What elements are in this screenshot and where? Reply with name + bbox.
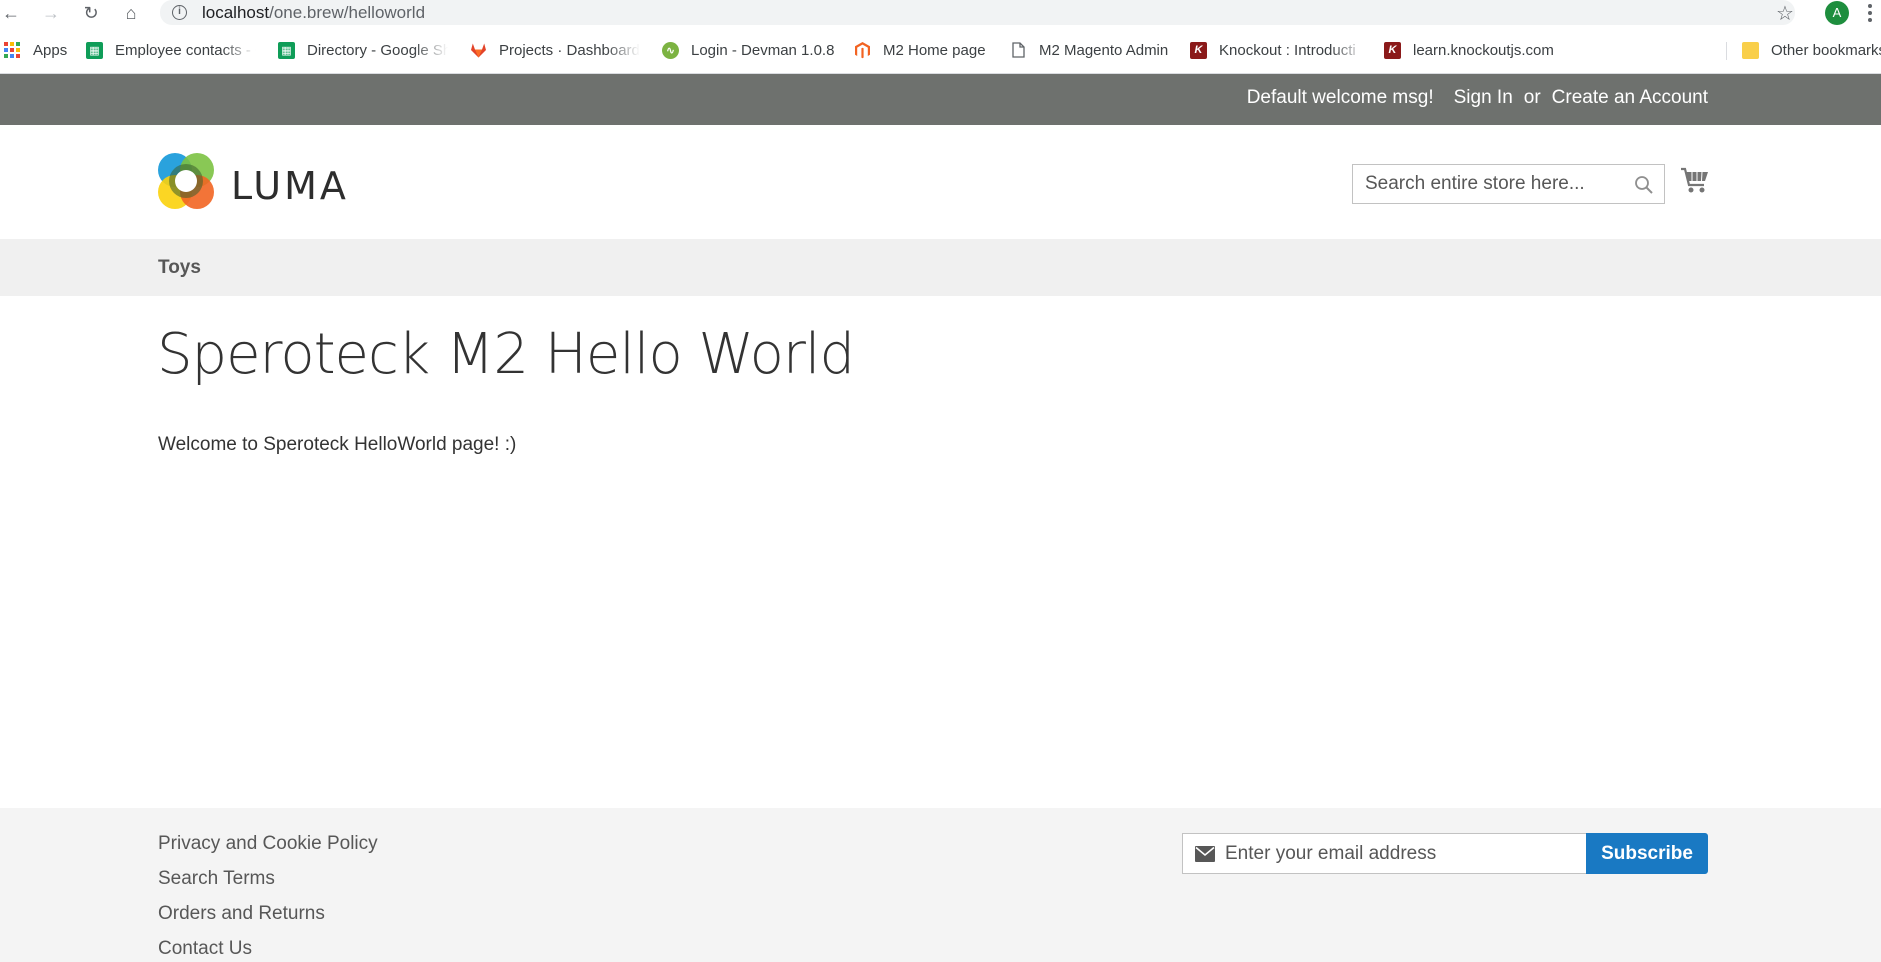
knockout-icon: K [1384, 41, 1401, 59]
knockout-icon: K [1190, 41, 1207, 59]
bookmark-directory[interactable]: ▦ Directory - Google Sh [278, 40, 448, 60]
newsletter-email-input[interactable] [1225, 834, 1580, 873]
magento-icon [854, 41, 871, 59]
page-body-text: Welcome to Speroteck HelloWorld page! :) [158, 434, 517, 455]
store-logo[interactable]: LUMA [158, 152, 346, 212]
welcome-message: Default welcome msg! [1246, 87, 1434, 108]
footer-link-privacy[interactable]: Privacy and Cookie Policy [158, 833, 378, 868]
bookmark-label: M2 Magento Admin [1039, 41, 1169, 59]
address-bar[interactable]: i localhost/one.brew/helloworld [160, 0, 1795, 25]
header-panel: Default welcome msg! Sign In or Create a… [0, 74, 1881, 125]
site-info-icon[interactable]: i [172, 5, 187, 20]
footer-link-search-terms[interactable]: Search Terms [158, 868, 378, 903]
footer-links: Privacy and Cookie Policy Search Terms O… [158, 833, 378, 962]
browser-toolbar: ← → ↻ ⌂ i localhost/one.brew/helloworld … [0, 0, 1881, 26]
search-input[interactable] [1353, 165, 1623, 203]
header-links: Default welcome msg! Sign In or Create a… [1227, 87, 1708, 109]
google-sheets-icon: ▦ [86, 41, 103, 59]
bookmark-apps[interactable]: Apps [4, 40, 67, 60]
bookmark-label: Knockout : Introducti [1219, 41, 1356, 59]
footer-link-contact[interactable]: Contact Us [158, 938, 378, 962]
bookmark-label: Directory - Google Sh [307, 41, 448, 59]
bookmark-other[interactable]: Other bookmarks [1742, 40, 1881, 60]
bookmark-m2-home[interactable]: M2 Home page [854, 40, 986, 60]
bookmark-label: Employee contacts - G [115, 41, 256, 59]
bookmark-star-icon[interactable]: ☆ [1776, 1, 1794, 26]
bookmark-label: Other bookmarks [1771, 41, 1881, 59]
footer-link-orders-returns[interactable]: Orders and Returns [158, 903, 378, 938]
bookmarks-divider [1726, 42, 1727, 60]
bookmark-label: Projects · Dashboard [499, 41, 640, 59]
page-footer: Privacy and Cookie Policy Search Terms O… [0, 808, 1881, 962]
page-title: Speroteck M2 Hello World [157, 322, 855, 387]
gitlab-icon [470, 42, 487, 59]
logo-text: LUMA [231, 164, 349, 208]
nav-item-toys[interactable]: Toys [158, 257, 201, 279]
bookmark-employee-contacts[interactable]: ▦ Employee contacts - G [86, 40, 256, 60]
search-icon[interactable] [1634, 175, 1654, 195]
page-icon [1010, 42, 1027, 59]
main-navigation: Toys [0, 239, 1881, 296]
google-sheets-icon: ▦ [278, 41, 295, 59]
profile-avatar[interactable]: A [1825, 1, 1849, 25]
folder-icon [1742, 41, 1759, 59]
url-text: localhost/one.brew/helloworld [202, 3, 425, 23]
bookmarks-bar: Apps ▦ Employee contacts - G ▦ Directory… [0, 26, 1881, 74]
back-icon[interactable]: ← [0, 2, 22, 24]
reload-icon[interactable]: ↻ [80, 2, 102, 24]
luma-logo-icon [158, 153, 214, 209]
or-separator: or [1523, 87, 1541, 108]
bookmark-learn-knockout[interactable]: K learn.knockoutjs.com [1384, 40, 1554, 60]
newsletter-field [1182, 833, 1587, 874]
search-box [1352, 164, 1665, 204]
cart-icon[interactable] [1680, 166, 1710, 196]
url-host: localhost [202, 3, 270, 22]
create-account-link[interactable]: Create an Account [1552, 87, 1708, 108]
devman-icon: ∿ [662, 41, 679, 59]
sign-in-link[interactable]: Sign In [1454, 87, 1513, 108]
bookmark-label: learn.knockoutjs.com [1413, 41, 1554, 59]
subscribe-button[interactable]: Subscribe [1586, 833, 1708, 874]
bookmark-knockout-intro[interactable]: K Knockout : Introducti [1190, 40, 1366, 60]
bookmark-label: Login - Devman 1.0.8 [691, 41, 835, 59]
bookmark-label: Apps [33, 41, 68, 59]
bookmark-label: M2 Home page [883, 41, 986, 59]
bookmark-projects-dashboard[interactable]: Projects · Dashboard [470, 40, 640, 60]
forward-icon[interactable]: → [40, 2, 62, 24]
browser-menu-icon[interactable] [1868, 4, 1872, 22]
bookmark-m2-admin[interactable]: M2 Magento Admin [1010, 40, 1168, 60]
apps-grid-icon [4, 41, 21, 59]
home-icon[interactable]: ⌂ [120, 2, 142, 24]
bookmark-devman-login[interactable]: ∿ Login - Devman 1.0.8 [662, 40, 834, 60]
url-path: /one.brew/helloworld [269, 3, 426, 22]
envelope-icon [1195, 846, 1215, 862]
newsletter-form: Subscribe [1182, 833, 1708, 874]
